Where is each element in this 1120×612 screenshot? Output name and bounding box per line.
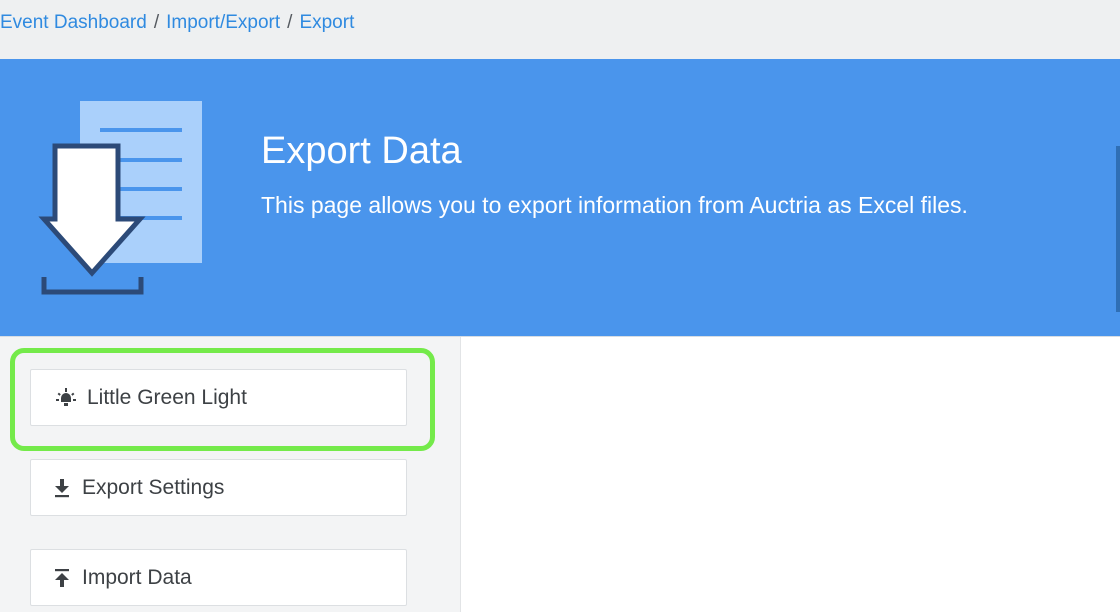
sidebar-item-label: Little Green Light: [87, 385, 247, 409]
sidebar-item-label: Import Data: [82, 565, 192, 589]
upload-icon: [51, 567, 73, 589]
scrollbar-hint: [1116, 146, 1120, 312]
hero-banner: Export Data This page allows you to expo…: [0, 59, 1120, 336]
page-title: Export Data: [261, 130, 462, 172]
sidebar-item-export-settings[interactable]: Export Settings: [30, 459, 407, 516]
breadcrumb-export[interactable]: Export: [299, 12, 354, 33]
breadcrumb-import-export[interactable]: Import/Export: [166, 12, 280, 33]
main-content-area: [462, 337, 1120, 612]
breadcrumb-bar: Event Dashboard / Import/Export / Export: [0, 0, 1120, 59]
breadcrumb-separator: /: [153, 12, 160, 33]
light-bulb-icon: [55, 387, 77, 409]
sidebar-item-label: Export Settings: [82, 475, 225, 499]
sidebar-item-little-green-light[interactable]: Little Green Light: [30, 369, 407, 426]
breadcrumb-event-dashboard[interactable]: Event Dashboard: [0, 12, 147, 33]
page-subtitle: This page allows you to export informati…: [261, 192, 968, 218]
sidebar-item-import-data[interactable]: Import Data: [30, 549, 407, 606]
export-download-document-icon: [38, 101, 202, 295]
download-icon: [51, 477, 73, 499]
breadcrumb: Event Dashboard / Import/Export / Export: [0, 11, 354, 35]
breadcrumb-separator: /: [287, 12, 293, 33]
